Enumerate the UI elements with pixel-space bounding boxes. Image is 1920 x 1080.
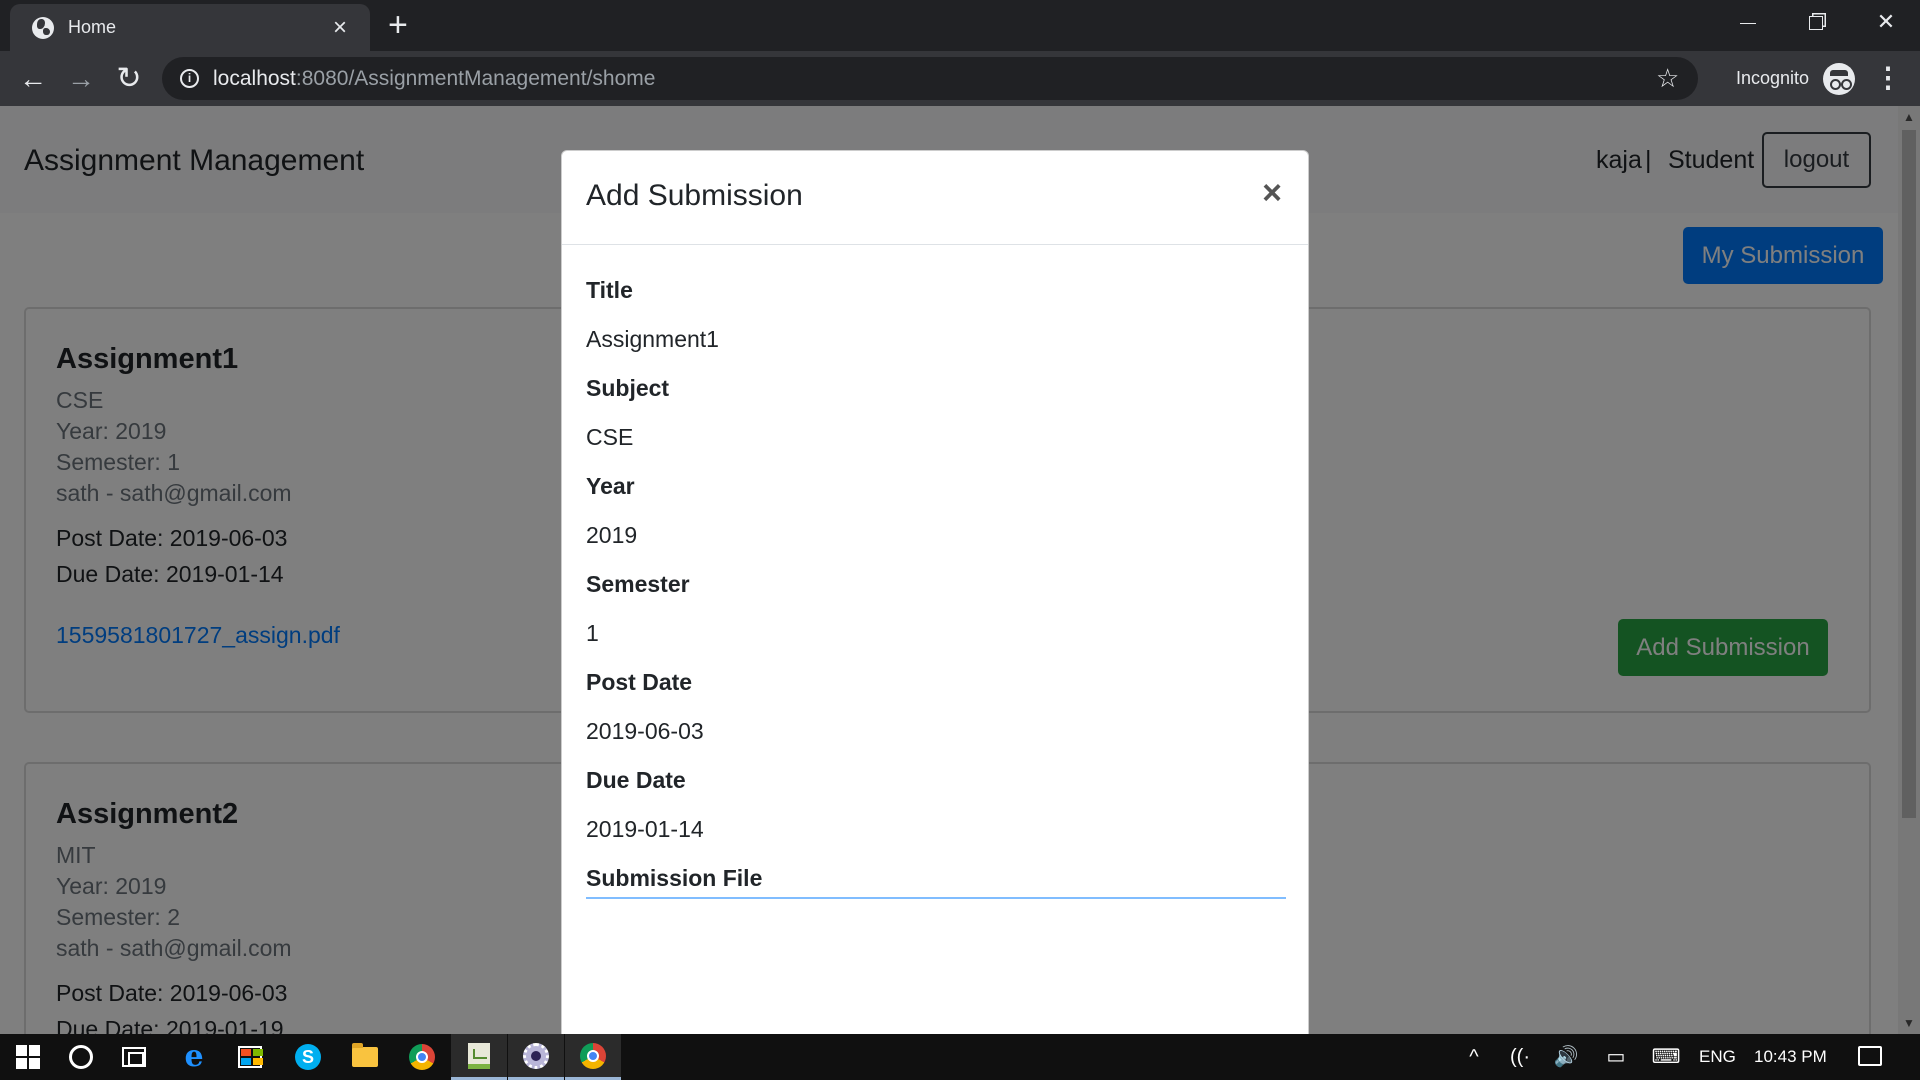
minimize-button[interactable]: [1714, 0, 1782, 44]
field-value-post-date: 2019-06-03: [586, 718, 704, 744]
browser-tab-strip: Home × + ✕: [0, 0, 1920, 51]
url-path: :8080/AssignmentManagement/shome: [295, 67, 656, 90]
field-label-post-date: Post Date: [586, 669, 693, 695]
field-label-subject: Subject: [586, 375, 670, 401]
url-host: localhost: [213, 67, 296, 90]
address-bar[interactable]: i localhost:8080/AssignmentManagement/sh…: [162, 57, 1698, 100]
task-view-button[interactable]: [106, 1034, 162, 1080]
volume-icon[interactable]: 🔊: [1551, 1034, 1581, 1080]
clock[interactable]: 10:43 PM: [1754, 1034, 1827, 1080]
minimize-icon: [1740, 22, 1756, 24]
taskbar-eclipse[interactable]: [508, 1034, 564, 1080]
start-button[interactable]: [0, 1034, 56, 1080]
taskbar-spreadsheet[interactable]: [451, 1034, 507, 1080]
wifi-icon[interactable]: ((·: [1505, 1034, 1535, 1080]
field-label-due-date: Due Date: [586, 767, 686, 793]
back-button[interactable]: ←: [13, 59, 53, 99]
incognito-label: Incognito: [1736, 68, 1810, 88]
incognito-icon[interactable]: [1823, 63, 1855, 95]
taskbar-chrome[interactable]: [394, 1034, 450, 1080]
taskbar-chrome-incognito[interactable]: [565, 1034, 621, 1080]
chrome-icon: [580, 1042, 606, 1069]
tab-title: Home: [68, 17, 117, 37]
task-view-icon: [122, 1047, 146, 1067]
close-window-button[interactable]: ✕: [1852, 0, 1920, 44]
info-icon[interactable]: i: [180, 69, 199, 88]
modal-header: Add Submission ×: [562, 151, 1308, 245]
browser-toolbar: ← → ↻ i localhost:8080/AssignmentManagem…: [0, 51, 1920, 106]
field-label-semester: Semester: [586, 571, 690, 597]
forward-button[interactable]: →: [61, 59, 101, 99]
restore-button[interactable]: [1782, 0, 1850, 44]
field-label-title: Title: [586, 277, 633, 303]
field-label-year: Year: [586, 473, 635, 499]
store-icon: [238, 1046, 263, 1068]
taskbar-file-explorer[interactable]: [337, 1034, 393, 1080]
reload-button[interactable]: ↻: [109, 59, 149, 99]
add-submission-modal: Add Submission × Title Assignment1 Subje…: [561, 150, 1309, 1034]
taskbar-store[interactable]: [222, 1034, 278, 1080]
battery-icon[interactable]: ▭: [1601, 1034, 1631, 1080]
field-value-semester: 1: [586, 620, 599, 646]
language-indicator[interactable]: ENG: [1699, 1034, 1736, 1080]
cortana-button[interactable]: [53, 1034, 109, 1080]
spreadsheet-icon: [468, 1042, 490, 1069]
tray-chevron-icon[interactable]: ^: [1459, 1034, 1489, 1080]
taskbar-skype[interactable]: S: [280, 1034, 336, 1080]
windows-taskbar: e S ^ ((· 🔊 ▭ ⌨ ENG 10:43 PM: [0, 1034, 1920, 1080]
browser-menu-icon[interactable]: ⋮: [1874, 63, 1902, 93]
modal-title: Add Submission: [586, 179, 803, 212]
field-label-submission-file: Submission File: [586, 865, 763, 891]
cortana-icon: [69, 1045, 93, 1069]
url-text[interactable]: localhost:8080/AssignmentManagement/shom…: [213, 57, 655, 100]
modal-close-icon[interactable]: ×: [1254, 173, 1290, 213]
eclipse-icon: [523, 1042, 549, 1069]
notification-icon[interactable]: [1858, 1046, 1882, 1066]
restore-icon: [1809, 16, 1823, 31]
skype-icon: S: [295, 1044, 321, 1070]
new-tab-button[interactable]: +: [388, 8, 408, 42]
field-value-title: Assignment1: [586, 326, 719, 352]
folder-icon: [352, 1043, 378, 1067]
field-value-due-date: 2019-01-14: [586, 816, 704, 842]
chrome-icon: [409, 1044, 435, 1070]
submission-file-input[interactable]: [586, 897, 1286, 903]
taskbar-edge[interactable]: e: [166, 1034, 222, 1080]
globe-icon: [32, 16, 54, 39]
keyboard-icon[interactable]: ⌨: [1651, 1034, 1681, 1080]
edge-icon: e: [184, 1039, 204, 1074]
field-value-subject: CSE: [586, 424, 634, 450]
windows-logo-icon: [16, 1045, 40, 1069]
field-value-year: 2019: [586, 522, 638, 548]
page-viewport: Assignment Management kaja | Student log…: [0, 106, 1920, 1034]
browser-tab-home[interactable]: Home ×: [10, 4, 370, 51]
tab-close-icon[interactable]: ×: [326, 14, 354, 42]
bookmark-star-icon[interactable]: ☆: [1656, 60, 1679, 97]
